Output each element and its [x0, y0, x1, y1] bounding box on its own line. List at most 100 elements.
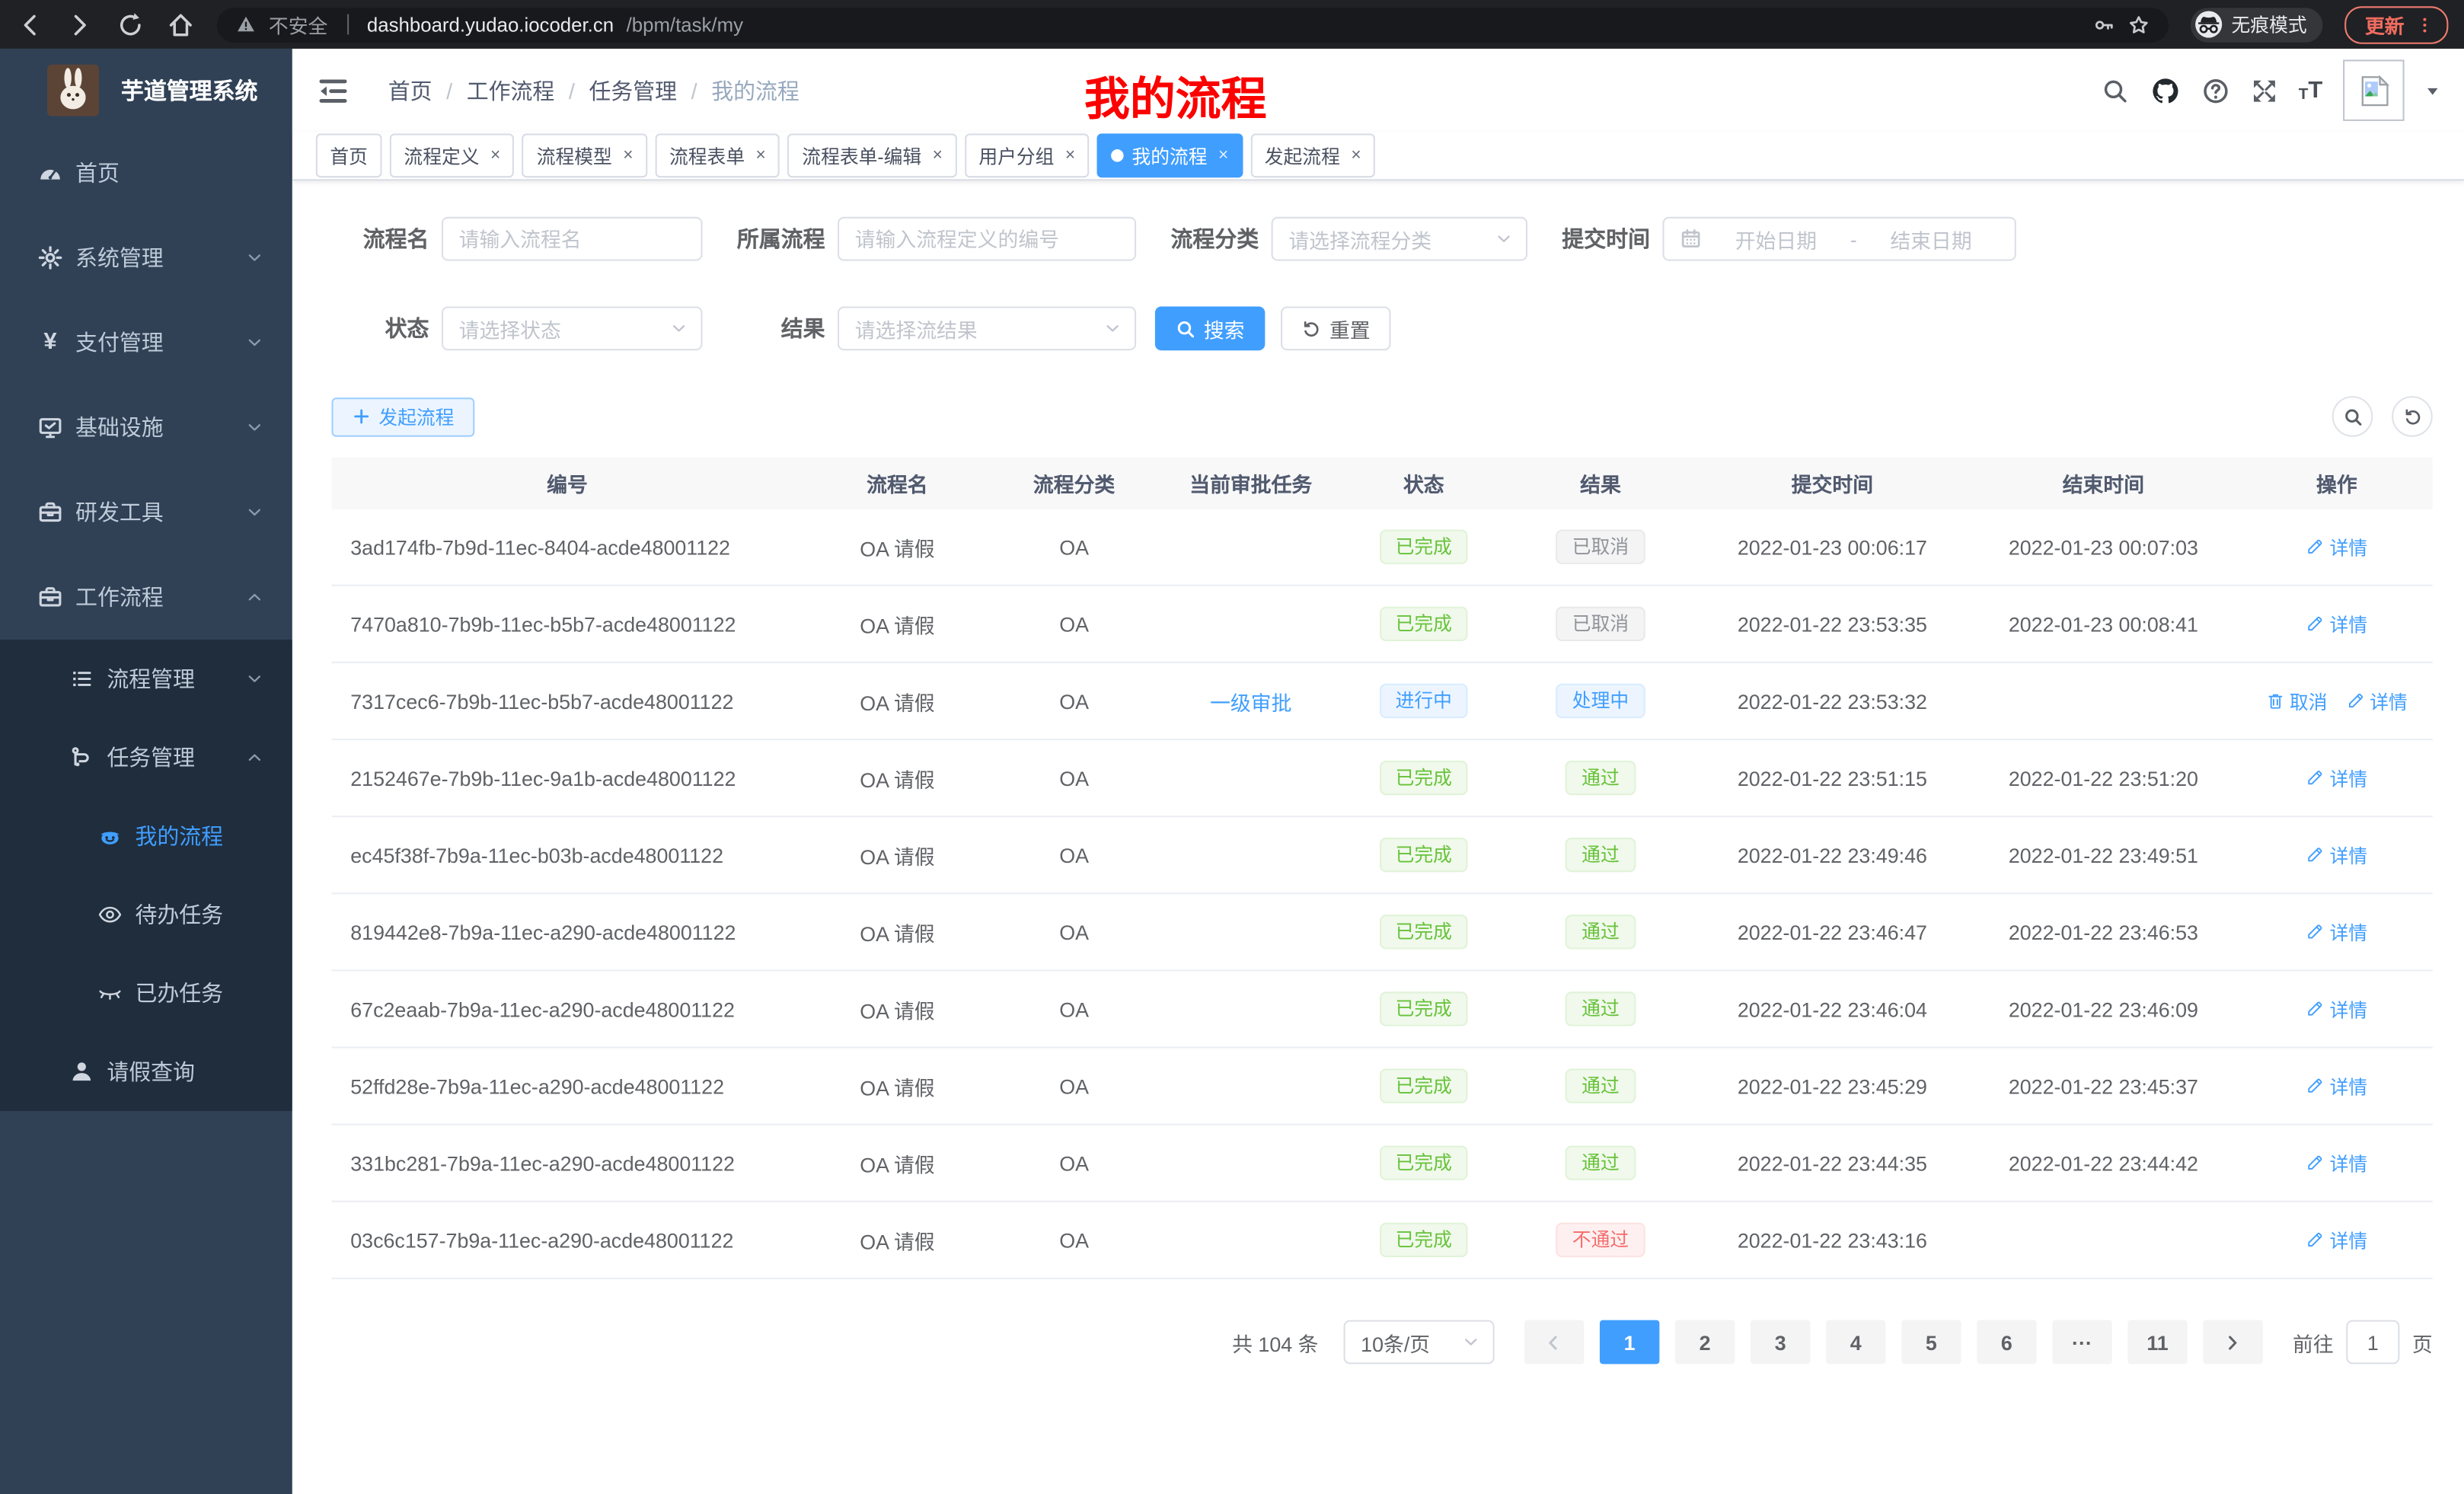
- url-path[interactable]: /bpm/task/my: [627, 14, 743, 36]
- detail-link[interactable]: 详情: [2306, 1227, 2368, 1253]
- detail-link[interactable]: 详情: [2306, 995, 2368, 1022]
- sidebar-item-流程管理[interactable]: 流程管理: [0, 640, 292, 718]
- sidebar-item-首页[interactable]: 首页: [0, 130, 292, 215]
- result-select[interactable]: 请选择流结果: [838, 306, 1136, 350]
- detail-link[interactable]: 详情: [2306, 841, 2368, 868]
- caret-down-icon[interactable]: [2424, 82, 2440, 98]
- cell-actions: 详情: [2241, 1049, 2433, 1124]
- search-icon[interactable]: [2101, 76, 2129, 104]
- detail-link[interactable]: 详情: [2346, 688, 2408, 714]
- sidebar-item-待办任务[interactable]: 待办任务: [0, 876, 292, 954]
- page-button-5[interactable]: 5: [1901, 1320, 1961, 1365]
- next-page-button[interactable]: [2203, 1320, 2262, 1365]
- help-icon[interactable]: [2201, 76, 2229, 104]
- update-button[interactable]: 更新: [2344, 5, 2448, 43]
- cancel-link[interactable]: 取消: [2266, 688, 2328, 714]
- tab-我的流程[interactable]: 我的流程×: [1097, 133, 1243, 177]
- forward-icon[interactable]: [66, 10, 94, 38]
- sidebar-item-已办任务[interactable]: 已办任务: [0, 954, 292, 1033]
- tab-用户分组[interactable]: 用户分组×: [965, 133, 1090, 177]
- table-search-button[interactable]: [2332, 396, 2373, 437]
- end-date-placeholder[interactable]: 结束日期: [1863, 224, 1999, 254]
- tab-close-icon[interactable]: ×: [1065, 146, 1075, 165]
- previous-page-button[interactable]: [1524, 1320, 1584, 1365]
- cell-status: 已完成: [1345, 1049, 1502, 1124]
- sidebar-item-我的流程[interactable]: 我的流程: [0, 796, 292, 875]
- cell-actions: 取消详情: [2241, 663, 2433, 739]
- create-process-button[interactable]: 发起流程: [331, 397, 474, 436]
- tab-首页[interactable]: 首页: [316, 133, 382, 177]
- page-size-select[interactable]: 10条/页: [1343, 1320, 1494, 1365]
- detail-link[interactable]: 详情: [2306, 765, 2368, 791]
- page-button-6[interactable]: 6: [1977, 1320, 2036, 1365]
- tab-close-icon[interactable]: ×: [623, 146, 633, 165]
- process-name-input[interactable]: [442, 217, 703, 261]
- more-vertical-icon[interactable]: [2415, 14, 2434, 36]
- security-label[interactable]: 不安全: [269, 9, 327, 39]
- avatar[interactable]: [2343, 59, 2404, 120]
- filter-category: 流程分类 请选择流程分类: [1171, 217, 1527, 261]
- breadcrumb: 首页/工作流程/任务管理/我的流程: [388, 75, 800, 106]
- submit-time-range[interactable]: 开始日期 - 结束日期: [1663, 217, 2016, 261]
- tab-发起流程[interactable]: 发起流程×: [1250, 133, 1375, 177]
- detail-link[interactable]: 详情: [2306, 1073, 2368, 1100]
- reset-button[interactable]: 重置: [1281, 306, 1390, 350]
- start-date-placeholder[interactable]: 开始日期: [1708, 224, 1843, 254]
- cell-process-name: OA 请假: [803, 1049, 992, 1124]
- sidebar-item-工作流程[interactable]: 工作流程: [0, 555, 292, 640]
- url-host[interactable]: dashboard.yudao.iocoder.cn: [367, 14, 614, 36]
- tab-close-icon[interactable]: ×: [933, 146, 943, 165]
- key-icon[interactable]: [2093, 14, 2115, 36]
- breadcrumb-item-任务管理[interactable]: 任务管理: [589, 75, 677, 106]
- sidebar-item-请假查询[interactable]: 请假查询: [0, 1033, 292, 1111]
- detail-link[interactable]: 详情: [2306, 611, 2368, 637]
- tab-流程表单[interactable]: 流程表单×: [655, 133, 780, 177]
- hamburger-icon[interactable]: [316, 73, 350, 107]
- breadcrumb-item-首页[interactable]: 首页: [388, 75, 432, 106]
- page-button-4[interactable]: 4: [1826, 1320, 1885, 1365]
- breadcrumb-item-工作流程[interactable]: 工作流程: [467, 75, 555, 106]
- tab-close-icon[interactable]: ×: [756, 146, 766, 165]
- status-select[interactable]: 请选择状态: [442, 306, 703, 350]
- tab-close-icon[interactable]: ×: [1351, 146, 1361, 165]
- page-button-2[interactable]: 2: [1675, 1320, 1735, 1365]
- tab-流程模型[interactable]: 流程模型 ×: [522, 133, 647, 177]
- current-task-link[interactable]: 一级审批: [1210, 686, 1291, 716]
- address-bar[interactable]: 不安全 dashboard.yudao.iocoder.cn/bpm/task/…: [217, 7, 2169, 41]
- app-logo-row[interactable]: 芋道管理系统: [0, 49, 292, 130]
- back-icon[interactable]: [16, 10, 44, 38]
- sidebar-item-任务管理[interactable]: 任务管理: [0, 718, 292, 796]
- detail-link[interactable]: 详情: [2306, 1150, 2368, 1176]
- sidebar-item-研发工具[interactable]: 研发工具: [0, 470, 292, 554]
- search-button[interactable]: 搜索: [1155, 306, 1265, 350]
- sidebar-item-支付管理[interactable]: ¥支付管理: [0, 300, 292, 385]
- edit-icon: [2306, 922, 2325, 941]
- owner-process-input[interactable]: [838, 217, 1136, 261]
- result-tag: 已取消: [1556, 607, 1645, 641]
- table-row: 331bc281-7b9a-11ec-a290-acde48001122OA 请…: [331, 1125, 2432, 1202]
- detail-link[interactable]: 详情: [2306, 534, 2368, 560]
- font-size-icon[interactable]: TT: [2299, 77, 2323, 104]
- reload-icon[interactable]: [116, 10, 145, 38]
- tab-流程表单-编辑[interactable]: 流程表单-编辑×: [788, 133, 957, 177]
- fullscreen-icon[interactable]: [2250, 76, 2278, 104]
- github-icon[interactable]: [2150, 75, 2181, 106]
- filter-status: 状态 请选择状态: [331, 306, 702, 350]
- sidebar-item-系统管理[interactable]: 系统管理: [0, 215, 292, 300]
- tab-label: 流程模型: [537, 142, 612, 169]
- star-icon[interactable]: [2127, 14, 2150, 36]
- sidebar-item-基础设施[interactable]: 基础设施: [0, 385, 292, 470]
- category-select[interactable]: 请选择流程分类: [1272, 217, 1527, 261]
- table-refresh-button[interactable]: [2392, 396, 2433, 437]
- page-ellipsis[interactable]: ···: [2052, 1320, 2111, 1365]
- page-button-3[interactable]: 3: [1751, 1320, 1810, 1365]
- tab-流程定义[interactable]: 流程定义×: [390, 133, 515, 177]
- tab-close-icon[interactable]: ×: [490, 146, 500, 165]
- home-icon[interactable]: [167, 10, 195, 38]
- page-button-1[interactable]: 1: [1600, 1320, 1659, 1365]
- cell-actions: 详情: [2241, 740, 2433, 816]
- goto-page-input[interactable]: [2346, 1320, 2399, 1365]
- tab-close-icon[interactable]: ×: [1218, 146, 1228, 165]
- page-button-11[interactable]: 11: [2127, 1320, 2187, 1365]
- detail-link[interactable]: 详情: [2306, 918, 2368, 945]
